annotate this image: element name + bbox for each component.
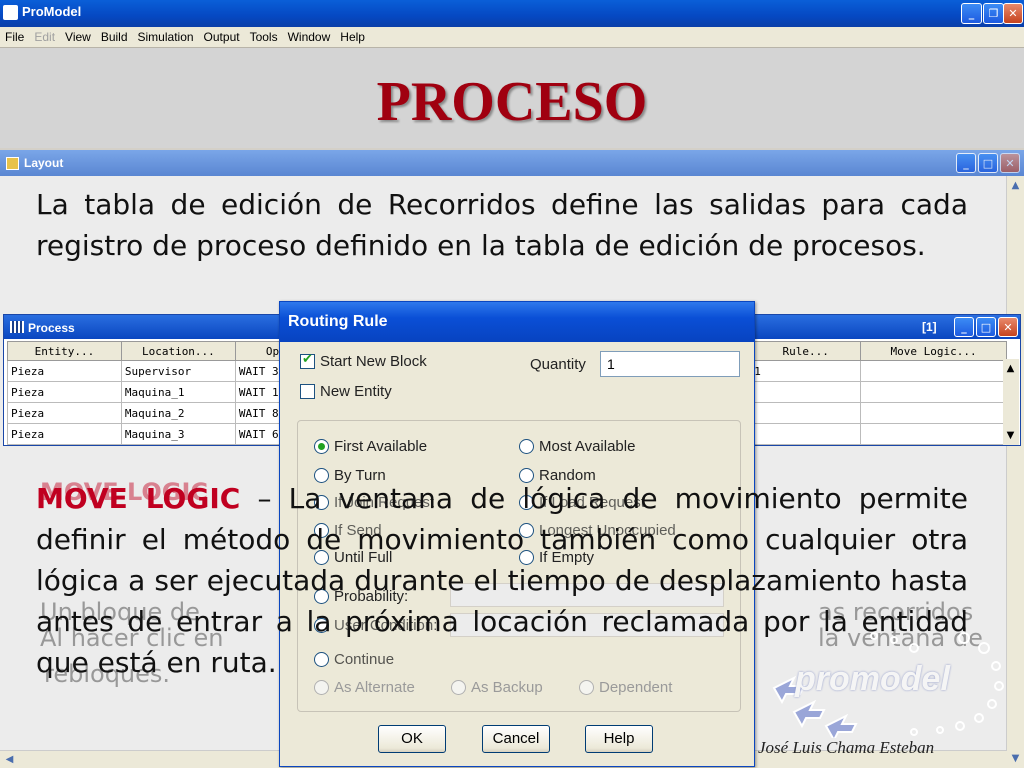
menu-file[interactable]: File [0,27,29,44]
cell-move-logic[interactable] [860,360,1007,382]
move-logic-paragraph: MOVE LOGIC – La ventana de lógica de mov… [36,478,968,683]
menu-tools[interactable]: Tools [245,27,283,44]
cell-rule[interactable] [750,423,862,445]
column-header-entity[interactable]: Entity... [7,341,122,361]
cell-move-logic[interactable] [860,381,1007,403]
layout-window-icon [6,157,19,170]
process-record-counter: [1] [922,320,937,334]
routing-rule-titlebar[interactable]: Routing Rule [280,302,754,342]
scroll-down-icon[interactable]: ▼ [1008,751,1023,766]
menu-view[interactable]: View [60,27,96,44]
app-titlebar: ProModel _ ❐ ✕ [0,0,1024,27]
cell-entity[interactable]: Pieza [7,402,122,424]
menu-help[interactable]: Help [335,27,370,44]
scroll-down-icon[interactable]: ▼ [1003,428,1018,443]
menu-build[interactable]: Build [96,27,133,44]
move-logic-keyword: MOVE LOGIC [36,482,241,515]
cell-move-logic[interactable] [860,423,1007,445]
process-title: Process [28,321,75,335]
routing-rule-title: Routing Rule [288,313,388,330]
cell-rule[interactable] [750,402,862,424]
cancel-button[interactable]: Cancel [482,725,550,753]
cell-entity[interactable]: Pieza [7,381,122,403]
quantity-input[interactable]: 1 [600,351,740,377]
menu-output[interactable]: Output [199,27,245,44]
ok-button[interactable]: OK [378,725,446,753]
menu-window[interactable]: Window [283,27,336,44]
new-entity-checkbox[interactable] [300,384,315,399]
close-icon: ✕ [1005,157,1015,170]
new-entity-label: New Entity [320,383,392,400]
quantity-label: Quantity [530,356,586,373]
first-available-label: First Available [334,438,428,455]
column-header-rule[interactable]: Rule... [750,341,862,361]
maximize-icon: □ [982,157,994,170]
process-vertical-scrollbar[interactable]: ▲ ▼ [1003,359,1019,445]
layout-minimize-button[interactable]: _ [956,153,976,173]
cell-rule[interactable]: 1 [750,360,862,382]
close-icon: ✕ [1003,321,1013,334]
layout-maximize-button[interactable]: □ [978,153,998,173]
scroll-up-icon[interactable]: ▲ [1008,178,1023,193]
process-table-icon [10,321,24,333]
promodel-app-icon [3,5,18,20]
close-icon: ✕ [1008,7,1018,20]
cell-location[interactable]: Maquina_1 [120,381,236,403]
process-close-button[interactable]: ✕ [998,317,1018,337]
restore-icon: ❐ [988,7,999,20]
scroll-up-icon[interactable]: ▲ [1003,361,1018,376]
menu-edit[interactable]: Edit [29,27,60,44]
cell-entity[interactable]: Pieza [7,423,122,445]
radio-most-available[interactable] [519,439,534,454]
layout-title: Layout [24,156,64,170]
column-header-move-logic[interactable]: Move Logic... [860,341,1007,361]
scroll-left-icon[interactable]: ◀ [2,752,17,767]
minimize-icon: _ [961,321,967,334]
cell-rule[interactable] [750,381,862,403]
cell-move-logic[interactable] [860,402,1007,424]
layout-vertical-scrollbar[interactable]: ▲ ▼ [1006,176,1024,768]
cell-location[interactable]: Maquina_2 [120,402,236,424]
close-button[interactable]: ✕ [1003,3,1023,24]
minimize-icon: _ [968,7,975,20]
process-minimize-button[interactable]: _ [954,317,974,337]
layout-titlebar: Layout _ □ ✕ [0,150,1024,176]
cell-location[interactable]: Supervisor [120,360,236,382]
menubar: File Edit View Build Simulation Output Tools Wi… [0,27,1024,48]
start-new-block-label: Start New Block [320,353,427,370]
app-title: ProModel [22,4,82,19]
radio-first-available[interactable] [314,439,329,454]
cell-location[interactable]: Maquina_3 [120,423,236,445]
maximize-icon: □ [980,321,992,334]
start-new-block-checkbox[interactable] [300,352,315,369]
intro-paragraph: La tabla de edición de Recorridos define… [36,188,968,262]
column-header-location[interactable]: Location... [120,341,236,361]
cell-entity[interactable]: Pieza [7,360,122,382]
layout-close-button[interactable]: ✕ [1000,153,1020,173]
process-maximize-button[interactable]: □ [976,317,996,337]
slide-title: PROCESO [376,71,648,133]
help-button[interactable]: Help [585,725,653,753]
author-credit: José Luis Chama Esteban [758,738,935,757]
most-available-label: Most Available [539,438,636,455]
menu-simulation[interactable]: Simulation [133,27,199,44]
restore-button[interactable]: ❐ [983,3,1004,24]
minimize-button[interactable]: _ [961,3,982,24]
minimize-icon: _ [963,157,969,170]
